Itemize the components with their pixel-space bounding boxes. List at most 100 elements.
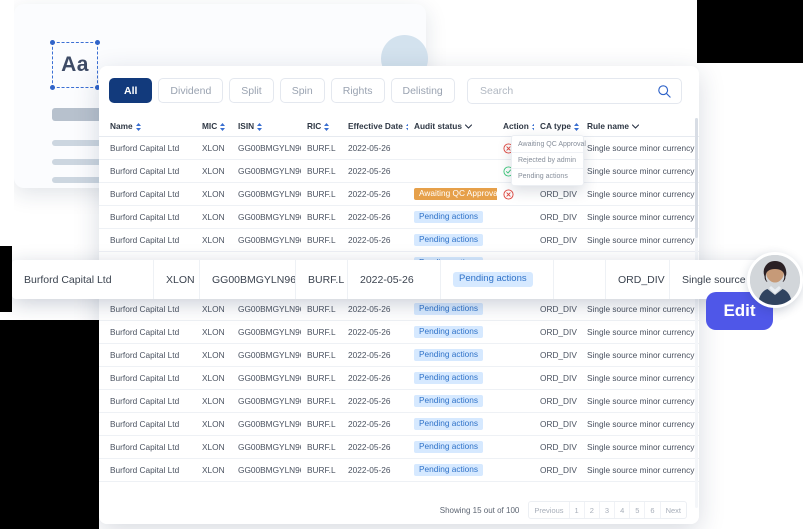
table-row[interactable]: Burford Capital LtdXLONGG00BMGYLN96BURF.…	[99, 320, 699, 344]
cell-isin: GG00BMGYLN96	[232, 435, 301, 459]
showing-count: Showing 15 out of 100	[439, 505, 520, 515]
cell-name: Burford Capital Ltd	[99, 366, 196, 390]
column-header-label: RIC	[307, 121, 322, 131]
resize-handle-bottom-left[interactable]	[50, 85, 55, 90]
status-badge: Pending actions	[414, 233, 484, 247]
cell-audit-status	[408, 159, 497, 183]
cell-ric: BURF.L	[301, 412, 342, 436]
sort-updown-icon	[405, 123, 408, 131]
aa-selection-box[interactable]: Aa	[50, 40, 100, 90]
filter-chip-delisting[interactable]: Delisting	[390, 78, 455, 103]
pagination-5[interactable]: 5	[630, 502, 646, 518]
canvas-cutout-left-strip	[0, 246, 12, 312]
pagination-1[interactable]: 1	[570, 502, 585, 518]
dropdown-option-awaiting[interactable]: Awaiting QC Approval	[512, 137, 586, 153]
table-row[interactable]: Burford Capital LtdXLONGG00BMGYLN96BURF.…	[99, 182, 699, 206]
pagination-6[interactable]: 6	[645, 502, 661, 518]
search-input[interactable]	[478, 84, 647, 98]
column-header-name[interactable]: Name	[99, 116, 196, 137]
table-row[interactable]: Burford Capital LtdXLONGG00BMGYLN96BURF.…	[99, 458, 699, 482]
audit-status-dropdown[interactable]: Awaiting QC Approval Rejected by admin P…	[511, 135, 586, 186]
table-row[interactable]: Burford Capital LtdXLONGG00BMGYLN96BURF.…	[99, 228, 699, 252]
cell-effective-date: 2022-05-26	[342, 435, 408, 459]
cell-effective-date: 2022-05-26	[342, 159, 408, 183]
highlighted-cell-status: Pending actions	[441, 260, 554, 299]
table-body: Burford Capital Ltd XLON GG00BMGYLN96 BURF.…	[99, 136, 699, 482]
table-row[interactable]: Burford Capital LtdXLONGG00BMGYLN96BURF.…	[99, 389, 699, 413]
filter-chip-all[interactable]: All	[109, 78, 153, 103]
column-header-label: Action	[503, 121, 529, 131]
cell-effective-date: 2022-05-26	[342, 458, 408, 482]
dropdown-option-rejected[interactable]: Rejected by admin	[512, 153, 583, 169]
table-row[interactable]: Burford Capital LtdXLONGG00BMGYLN96BURF.…	[99, 412, 699, 436]
column-header-ric[interactable]: RIC	[301, 116, 342, 137]
cell-isin: GG00BMGYLN96	[232, 182, 301, 206]
pagination-4[interactable]: 4	[615, 502, 631, 518]
cell-audit-status: Awaiting QC Approval	[408, 182, 497, 206]
cell-name: Burford Capital Ltd	[99, 389, 196, 413]
cell-action	[497, 435, 534, 459]
column-header-label: CA type	[540, 121, 572, 131]
resize-handle-top-right[interactable]	[95, 40, 100, 45]
avatar[interactable]	[747, 252, 803, 308]
cell-ca-type: ORD_DIV	[534, 297, 581, 321]
cell-ric: BURF.L	[301, 182, 342, 206]
highlighted-cell-ric: BURF.L	[296, 260, 348, 299]
column-header-isin[interactable]: ISIN	[232, 116, 301, 137]
cell-audit-status: Pending actions	[408, 366, 497, 390]
pagination-2[interactable]: 2	[585, 502, 600, 518]
pagination-3[interactable]: 3	[600, 502, 616, 518]
table-row[interactable]: Burford Capital LtdXLONGG00BMGYLN96BURF.…	[99, 366, 699, 390]
column-header-rule-name[interactable]: Rule name	[581, 116, 699, 137]
table-row[interactable]: Burford Capital LtdXLONGG00BMGYLN96BURF.…	[99, 205, 699, 229]
table-row[interactable]: Burford Capital LtdXLONGG00BMGYLN96BURF.…	[99, 435, 699, 459]
pagination-next[interactable]: Next	[661, 502, 686, 518]
filter-chip-spin[interactable]: Spin	[279, 78, 325, 103]
cell-ca-type: ORD_DIV	[534, 389, 581, 413]
cell-ric: BURF.L	[301, 366, 342, 390]
pagination-previous[interactable]: Previous	[529, 502, 570, 518]
filter-chip-split[interactable]: Split	[229, 78, 274, 103]
cell-effective-date: 2022-05-26	[342, 412, 408, 436]
resize-handle-top-left[interactable]	[50, 40, 55, 45]
filter-chip-dividend[interactable]: Dividend	[158, 78, 224, 103]
dropdown-option-pending[interactable]: Pending actions	[512, 169, 583, 184]
filter-chip-rights[interactable]: Rights	[330, 78, 385, 103]
search-icon[interactable]	[657, 84, 672, 99]
column-header-effective-date[interactable]: Effective Date	[342, 116, 408, 137]
status-badge: Pending actions	[414, 371, 484, 385]
status-badge: Pending actions	[414, 394, 484, 408]
vertical-scrollbar-thumb[interactable]	[695, 118, 698, 238]
column-header-audit-status[interactable]: Audit status	[408, 116, 497, 137]
sort-updown-icon	[135, 122, 141, 131]
column-header-action[interactable]: Action	[497, 116, 534, 137]
cell-audit-status	[408, 136, 497, 160]
cell-mic: XLON	[196, 320, 232, 344]
cell-mic: XLON	[196, 159, 232, 183]
table-row[interactable]: Burford Capital LtdXLONGG00BMGYLN96BURF.…	[99, 159, 699, 183]
search-box[interactable]	[467, 78, 682, 104]
cell-ric: BURF.L	[301, 458, 342, 482]
cell-audit-status: Pending actions	[408, 343, 497, 367]
column-header-ca-type[interactable]: CA type	[534, 116, 581, 137]
cell-ric: BURF.L	[301, 159, 342, 183]
table-row[interactable]: Burford Capital LtdXLONGG00BMGYLN96BURF.…	[99, 136, 699, 160]
table-row[interactable]: Burford Capital LtdXLONGG00BMGYLN96BURF.…	[99, 297, 699, 321]
cell-effective-date: 2022-05-26	[342, 366, 408, 390]
highlighted-table-row[interactable]: Burford Capital Ltd XLON GG00BMGYLN96 BU…	[12, 260, 777, 299]
aa-label: Aa	[61, 53, 89, 76]
cell-name: Burford Capital Ltd	[99, 228, 196, 252]
cell-audit-status: Pending actions	[408, 412, 497, 436]
status-badge: Pending actions	[414, 417, 484, 431]
sort-updown-icon	[257, 122, 263, 131]
cell-name: Burford Capital Ltd	[99, 320, 196, 344]
cell-rule-name: Single source minor currency	[581, 297, 699, 321]
table-row[interactable]: Burford Capital LtdXLONGG00BMGYLN96BURF.…	[99, 343, 699, 367]
cell-name: Burford Capital Ltd	[99, 136, 196, 160]
table-scroll-area[interactable]: Name MIC ISIN RIC Effective Date Audit status…	[99, 116, 699, 511]
column-header-mic[interactable]: MIC	[196, 116, 232, 137]
cell-mic: XLON	[196, 458, 232, 482]
canvas-left-fill	[0, 0, 14, 246]
cell-name: Burford Capital Ltd	[99, 458, 196, 482]
cell-isin: GG00BMGYLN96	[232, 458, 301, 482]
